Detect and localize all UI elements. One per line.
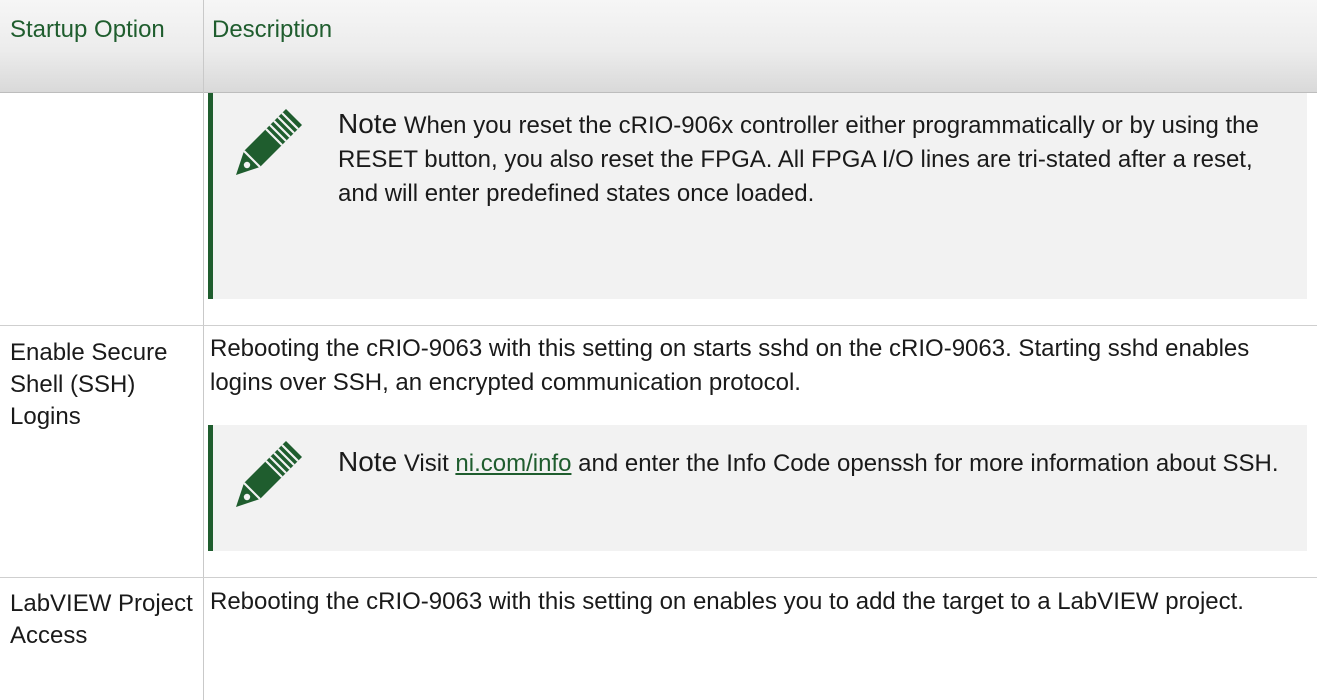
note-accent-bar <box>208 425 213 551</box>
option-ssh-logins: Enable Secure Shell (SSH) Logins <box>10 339 168 430</box>
note-box-reset: Note When you reset the cRIO-906x contro… <box>208 93 1307 299</box>
note-accent-bar <box>208 93 213 299</box>
row-divider <box>0 325 1317 326</box>
note-text-ssh: Note Visit ni.com/info and enter the Inf… <box>338 445 1288 481</box>
column-divider <box>203 0 204 700</box>
info-link[interactable]: ni.com/info <box>455 450 571 477</box>
header-startup-option: Startup Option <box>10 16 165 43</box>
note-label: Note <box>338 446 398 477</box>
header-description: Description <box>212 16 333 43</box>
note-content-pre: Visit <box>397 450 456 477</box>
pencil-icon <box>236 109 302 175</box>
description-labview-project-access: Rebooting the cRIO-9063 with this settin… <box>210 588 1244 615</box>
note-label: Note <box>338 108 398 139</box>
row-divider <box>0 577 1317 578</box>
startup-options-table: Startup Option Description Note When you… <box>0 0 1317 700</box>
note-content: When you reset the cRIO-906x controller … <box>338 112 1259 207</box>
table-header: Startup Option Description <box>0 0 1317 93</box>
note-text-reset: Note When you reset the cRIO-906x contro… <box>338 107 1288 211</box>
note-box-ssh: Note Visit ni.com/info and enter the Inf… <box>208 425 1307 551</box>
note-content-post: and enter the Info Code openssh for more… <box>571 450 1279 477</box>
pencil-icon <box>236 441 302 507</box>
description-ssh-logins: Rebooting the cRIO-9063 with this settin… <box>210 335 1250 396</box>
option-labview-project-access: LabVIEW Project Access <box>10 590 193 649</box>
